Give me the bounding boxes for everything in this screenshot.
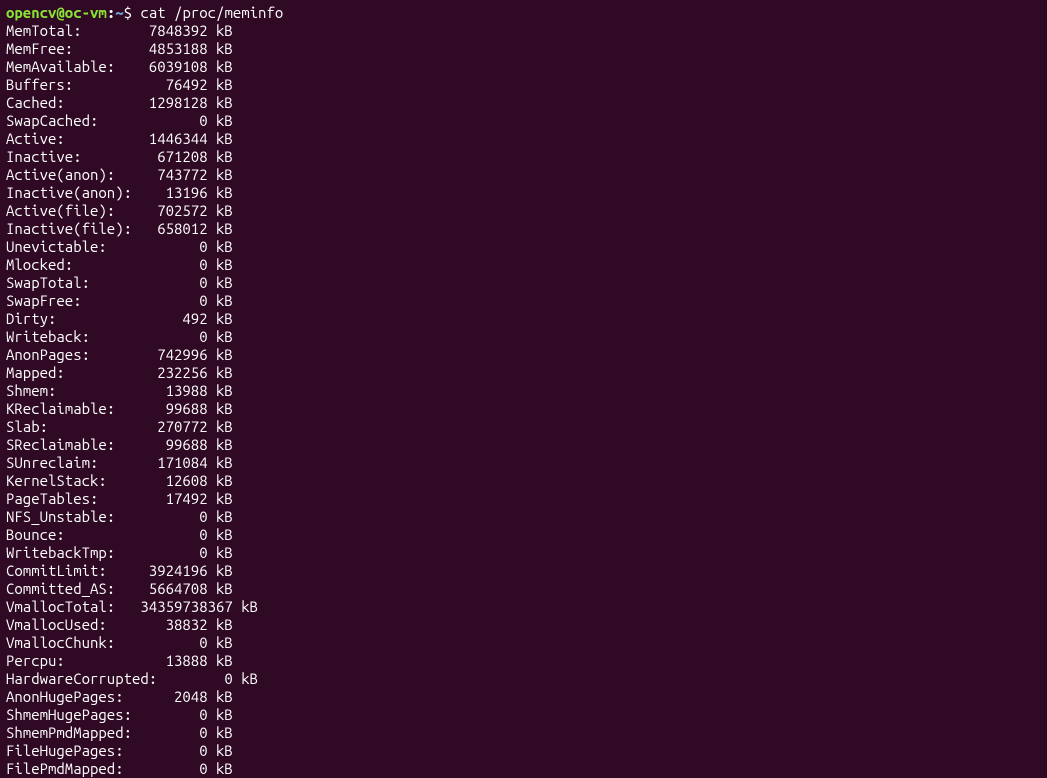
- meminfo-line: KReclaimable: 99688 kB: [6, 400, 1041, 418]
- prompt-path: ~: [115, 4, 123, 21]
- meminfo-line: SwapTotal: 0 kB: [6, 274, 1041, 292]
- meminfo-line: Cached: 1298128 kB: [6, 94, 1041, 112]
- command-output: MemTotal: 7848392 kBMemFree: 4853188 kBM…: [6, 22, 1041, 778]
- meminfo-line: MemFree: 4853188 kB: [6, 40, 1041, 58]
- meminfo-line: HardwareCorrupted: 0 kB: [6, 670, 1041, 688]
- meminfo-line: Active(file): 702572 kB: [6, 202, 1041, 220]
- meminfo-line: Bounce: 0 kB: [6, 526, 1041, 544]
- meminfo-line: WritebackTmp: 0 kB: [6, 544, 1041, 562]
- meminfo-line: Active: 1446344 kB: [6, 130, 1041, 148]
- meminfo-line: PageTables: 17492 kB: [6, 490, 1041, 508]
- meminfo-line: Inactive(anon): 13196 kB: [6, 184, 1041, 202]
- meminfo-line: FileHugePages: 0 kB: [6, 742, 1041, 760]
- meminfo-line: SwapCached: 0 kB: [6, 112, 1041, 130]
- prompt-symbol: $: [124, 4, 132, 21]
- meminfo-line: Mlocked: 0 kB: [6, 256, 1041, 274]
- meminfo-line: Buffers: 76492 kB: [6, 76, 1041, 94]
- meminfo-line: SUnreclaim: 171084 kB: [6, 454, 1041, 472]
- meminfo-line: Inactive: 671208 kB: [6, 148, 1041, 166]
- meminfo-line: NFS_Unstable: 0 kB: [6, 508, 1041, 526]
- meminfo-line: Percpu: 13888 kB: [6, 652, 1041, 670]
- prompt-user-host: opencv@oc-vm: [6, 4, 107, 21]
- meminfo-line: Active(anon): 743772 kB: [6, 166, 1041, 184]
- meminfo-line: Mapped: 232256 kB: [6, 364, 1041, 382]
- meminfo-line: AnonHugePages: 2048 kB: [6, 688, 1041, 706]
- meminfo-line: ShmemHugePages: 0 kB: [6, 706, 1041, 724]
- meminfo-line: Writeback: 0 kB: [6, 328, 1041, 346]
- meminfo-line: MemAvailable: 6039108 kB: [6, 58, 1041, 76]
- meminfo-line: SReclaimable: 99688 kB: [6, 436, 1041, 454]
- prompt-separator: :: [107, 4, 115, 21]
- meminfo-line: ShmemPmdMapped: 0 kB: [6, 724, 1041, 742]
- meminfo-line: Shmem: 13988 kB: [6, 382, 1041, 400]
- meminfo-line: Inactive(file): 658012 kB: [6, 220, 1041, 238]
- meminfo-line: VmallocUsed: 38832 kB: [6, 616, 1041, 634]
- meminfo-line: Slab: 270772 kB: [6, 418, 1041, 436]
- meminfo-line: VmallocTotal: 34359738367 kB: [6, 598, 1041, 616]
- meminfo-line: Unevictable: 0 kB: [6, 238, 1041, 256]
- meminfo-line: VmallocChunk: 0 kB: [6, 634, 1041, 652]
- meminfo-line: AnonPages: 742996 kB: [6, 346, 1041, 364]
- meminfo-line: MemTotal: 7848392 kB: [6, 22, 1041, 40]
- meminfo-line: Dirty: 492 kB: [6, 310, 1041, 328]
- meminfo-line: KernelStack: 12608 kB: [6, 472, 1041, 490]
- meminfo-line: Committed_AS: 5664708 kB: [6, 580, 1041, 598]
- meminfo-line: FilePmdMapped: 0 kB: [6, 760, 1041, 778]
- meminfo-line: CommitLimit: 3924196 kB: [6, 562, 1041, 580]
- meminfo-line: SwapFree: 0 kB: [6, 292, 1041, 310]
- command-text: cat /proc/meminfo: [140, 4, 283, 21]
- terminal-prompt-line[interactable]: opencv@oc-vm:~$ cat /proc/meminfo: [6, 4, 1041, 22]
